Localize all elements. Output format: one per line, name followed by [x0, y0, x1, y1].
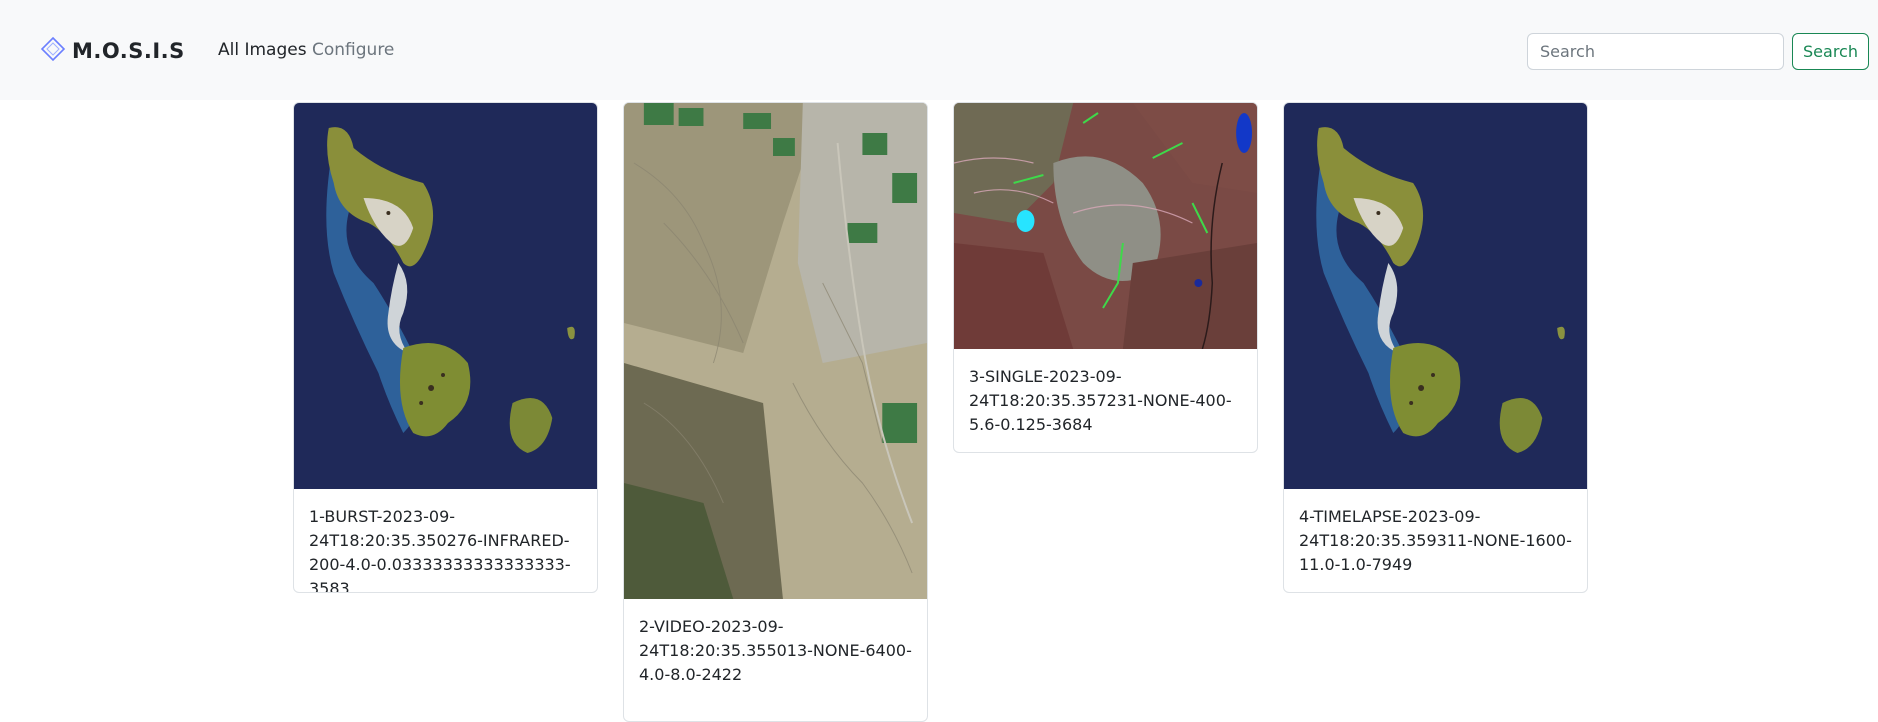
search-button[interactable]: Search: [1792, 33, 1869, 70]
image-card[interactable]: 3-SINGLE-2023-09-24T18:20:35.357231-NONE…: [953, 102, 1258, 453]
nav-configure[interactable]: Configure: [312, 40, 394, 60]
island-satellite-image: [1284, 103, 1587, 489]
nav-all-images[interactable]: All Images: [218, 40, 307, 60]
navbar: M.O.S.I.S All Images Configure Search: [0, 0, 1878, 100]
image-card[interactable]: 1-BURST-2023-09-24T18:20:35.350276-INFRA…: [293, 102, 598, 593]
brand-link[interactable]: M.O.S.I.S: [40, 36, 185, 66]
hills-and-farmland-satellite-image: [624, 103, 927, 599]
search-input[interactable]: [1527, 33, 1784, 70]
image-caption: 4-TIMELAPSE-2023-09-24T18:20:35.359311-N…: [1299, 507, 1572, 574]
diamond-logo-icon: [40, 36, 66, 66]
image-caption: 1-BURST-2023-09-24T18:20:35.350276-INFRA…: [309, 507, 571, 593]
image-card[interactable]: 4-TIMELAPSE-2023-09-24T18:20:35.359311-N…: [1283, 102, 1588, 593]
highlands-satellite-image: [954, 103, 1257, 349]
brand-name: M.O.S.I.S: [72, 39, 185, 63]
image-caption: 2-VIDEO-2023-09-24T18:20:35.355013-NONE-…: [639, 617, 912, 684]
image-caption: 3-SINGLE-2023-09-24T18:20:35.357231-NONE…: [969, 367, 1232, 434]
image-card[interactable]: 2-VIDEO-2023-09-24T18:20:35.355013-NONE-…: [623, 102, 928, 722]
island-satellite-image: [294, 103, 597, 489]
